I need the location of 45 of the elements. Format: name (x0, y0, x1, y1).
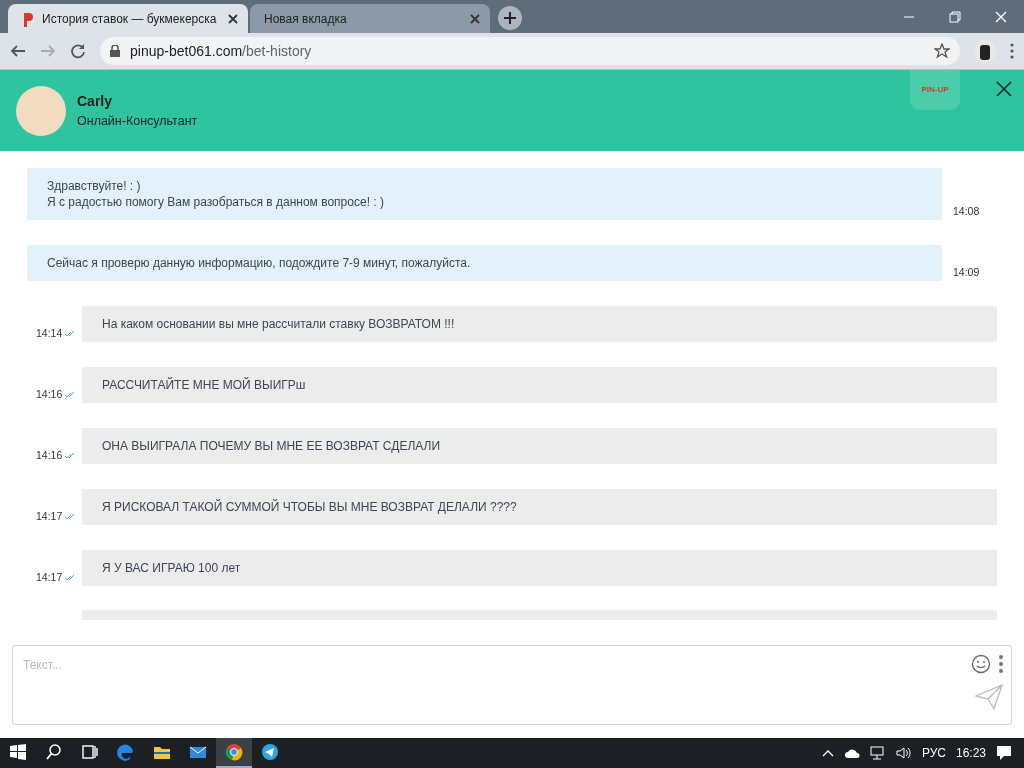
message-time: 14:16 (36, 387, 63, 403)
lock-icon (110, 45, 120, 57)
close-icon[interactable] (996, 81, 1012, 97)
message-time: 14:08 (953, 205, 980, 218)
back-icon[interactable] (10, 43, 26, 59)
agent-name: Carly (77, 91, 114, 111)
avatar-placeholder (16, 85, 66, 136)
chrome-icon[interactable] (216, 738, 252, 768)
chevron-up-icon[interactable] (821, 749, 834, 757)
clock[interactable]: 16:23 (955, 744, 986, 762)
message-time: 14:09 (953, 266, 980, 279)
message-field[interactable]: Текст... (12, 645, 1012, 725)
message-bubble: Здравствуйте! : ) Я с радостью помогу Вам разобраться в данном вопросе! : ) (27, 168, 942, 220)
message-bubble: Я РИСКОВАЛ ТАКОЙ СУММОЙ ЧТОБЫ ВЫ МНЕ ВОЗВРАТ ДЕЛАЛИ ???? (82, 489, 997, 525)
browser-tab[interactable]: Новая вкладка (250, 4, 490, 33)
url-text: pinup-bet061.com/bet-history (130, 41, 312, 61)
message-bubble: Сейчас я проверю данную информацию, подождите 7-9 минут, пожалуйста. (27, 245, 942, 281)
star-icon[interactable] (934, 43, 950, 59)
emoji-icon[interactable] (971, 654, 991, 674)
notification-icon[interactable] (996, 745, 1012, 761)
message-time: 14:14 (36, 326, 63, 342)
close-icon[interactable] (228, 13, 238, 24)
menu-icon[interactable] (1010, 43, 1014, 59)
message-bubble: Я У ВАС ИГРАЮ 100 лет (82, 550, 997, 586)
agent-role: Онлайн-Консультант (77, 112, 198, 130)
more-icon[interactable] (999, 655, 1003, 673)
message-bubble: На каком основании вы мне рассчитали ставку ВОЗВРАТОМ !!! (82, 306, 997, 342)
reload-icon[interactable] (70, 43, 86, 59)
logo: PIN-UP (910, 70, 960, 110)
profile-avatar-icon[interactable] (974, 40, 996, 62)
new-tab-button[interactable] (498, 6, 522, 30)
volume-icon[interactable] (895, 746, 912, 760)
site-icon (22, 10, 34, 27)
message-time: 14:17 (36, 509, 63, 525)
plus-icon (503, 11, 517, 25)
address-bar[interactable]: pinup-bet061.com/bet-history (100, 37, 960, 65)
browser-tab[interactable]: История ставок — букмекерска (8, 4, 248, 33)
language-indicator[interactable]: РУС (921, 744, 946, 762)
cloud-icon[interactable] (843, 748, 860, 758)
message-time: 14:17 (36, 570, 63, 586)
close-icon[interactable] (470, 13, 480, 24)
message-bubble: РАССЧИТАЙТЕ МНЕ МОЙ ВЫИГРш (82, 367, 997, 403)
message-bubble: ОНА ВЫИГРАЛА ПОЧЕМУ ВЫ МНЕ ЕЕ ВОЗВРАТ СДЕЛАЛИ (82, 428, 997, 464)
network-icon[interactable] (869, 746, 886, 760)
message-time: 14:16 (36, 448, 63, 464)
